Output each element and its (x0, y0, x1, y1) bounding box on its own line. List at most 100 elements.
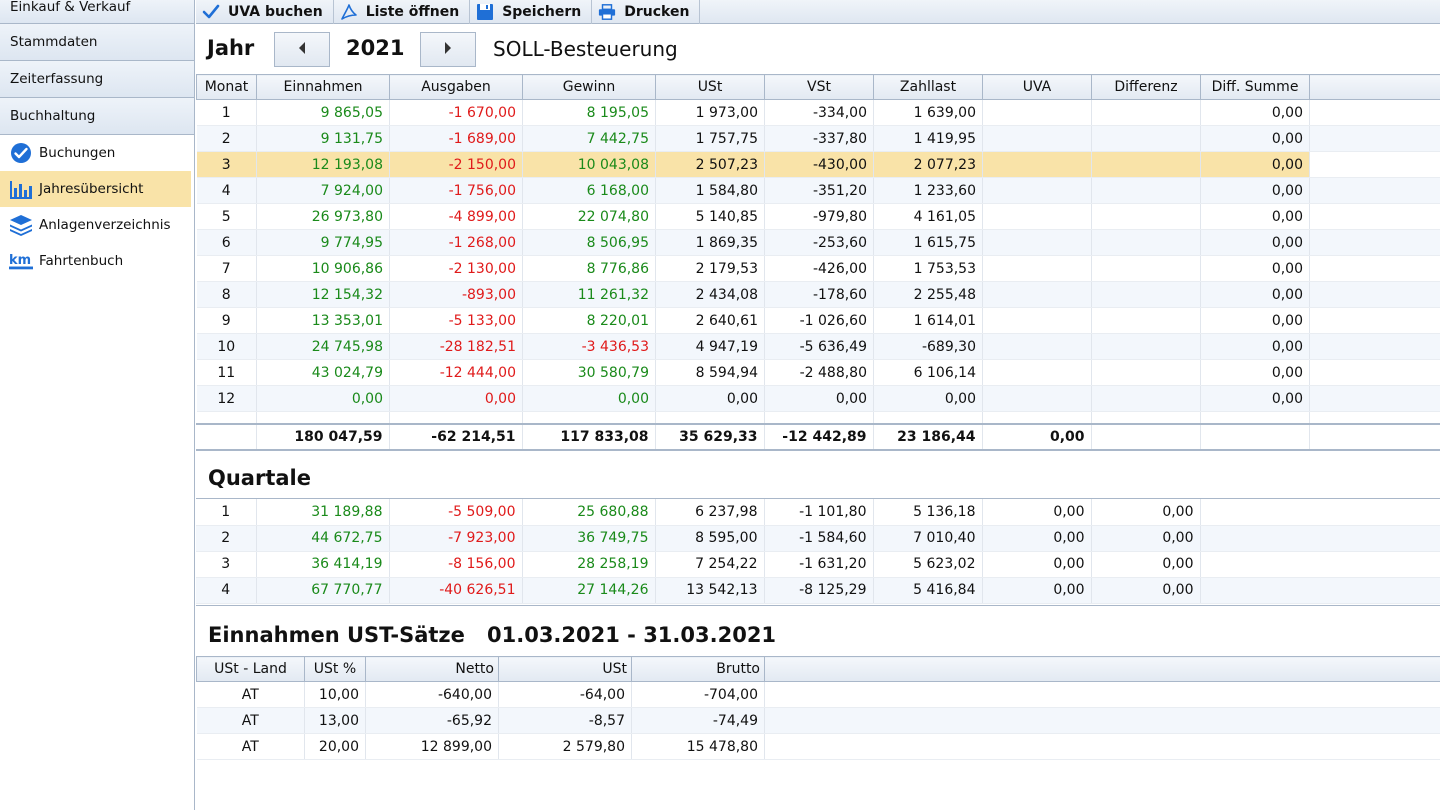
column-header[interactable]: USt (655, 74, 765, 100)
column-header[interactable]: USt (498, 656, 632, 682)
nav-group-stammdaten[interactable]: Stammdaten (0, 24, 194, 61)
print-button[interactable]: Drucken (592, 0, 701, 24)
table-row[interactable]: 19 865,05 -1 670,00 8 195,05 1 973,00 -334,0… (196, 99, 1440, 126)
sidebar-item-jahresuebersicht[interactable]: Jahresübersicht (0, 171, 191, 207)
table-cell (1091, 125, 1201, 152)
table-cell: 0,00 (256, 385, 390, 412)
table-row[interactable]: 11 43 024,79 -12 444,00 30 580,79 8 594,94 -2… (196, 359, 1440, 386)
column-header[interactable]: USt - Land (196, 656, 305, 682)
table-row[interactable]: 29 131,75 -1 689,00 7 442,75 1 757,75 -337,8… (196, 125, 1440, 152)
table-row[interactable]: 8 12 154,32 -893,00 11 261,32 2 434,08 -178,6… (196, 281, 1440, 308)
sidebar-item-buchungen[interactable]: Buchungen (0, 135, 194, 171)
sidebar-item-anlagenverzeichnis[interactable]: Anlagenverzeichnis (0, 207, 194, 243)
table-row[interactable]: 2 44 672,75 -7 923,00 36 749,75 8 595,00 -1 5… (196, 525, 1440, 552)
nav-group-buchhaltung[interactable]: Buchhaltung (0, 98, 194, 135)
section-divider (196, 449, 1440, 450)
table-row[interactable]: AT 10,00 -640,00 -64,00 -704,00 (196, 681, 1440, 708)
table-cell (1091, 411, 1201, 424)
sidebar-item-label: Buchungen (39, 145, 116, 161)
table-cell: 2 (196, 525, 257, 552)
table-cell: 0,00 (1200, 281, 1310, 308)
table-row[interactable]: 3 36 414,19 -8 156,00 28 258,19 7 254,22 -1 6… (196, 551, 1440, 578)
printer-icon (598, 3, 616, 21)
table-cell: 2 640,61 (655, 307, 765, 334)
table-header-row: Monat Einnahmen Ausgaben Gewinn USt VSt Zahlla… (196, 74, 1440, 100)
table-cell: 0,00 (1091, 551, 1201, 578)
table-cell: 10 043,08 (522, 151, 656, 178)
table-cell: -689,30 (873, 333, 983, 360)
total-cell: 180 047,59 (256, 423, 390, 451)
table-row[interactable]: 1 31 189,88 -5 509,00 25 680,88 6 237,98 -1 1… (196, 499, 1440, 526)
table-cell: -351,20 (764, 177, 874, 204)
spacer-row (196, 411, 1440, 424)
table-cell: 10 (196, 333, 257, 360)
column-header[interactable]: Brutto (631, 656, 765, 682)
table-row[interactable]: 9 13 353,01 -5 133,00 8 220,01 2 640,61 -1 02… (196, 307, 1440, 334)
previous-year-button[interactable] (274, 32, 330, 67)
table-row[interactable]: AT 13,00 -65,92 -8,57 -74,49 (196, 707, 1440, 734)
checkmark-icon (202, 3, 220, 21)
table-cell: 36 414,19 (256, 551, 390, 578)
column-header[interactable]: Diff. Summe (1200, 74, 1310, 100)
table-cell: 0,00 (1091, 525, 1201, 552)
table-cell (655, 411, 765, 424)
km-icon: km (9, 249, 33, 273)
table-cell: 5 416,84 (873, 577, 983, 604)
save-button[interactable]: Speichern (470, 0, 593, 24)
table-cell-filler (1200, 577, 1440, 604)
table-cell: -178,60 (764, 281, 874, 308)
sidebar-item-label: Fahrtenbuch (39, 253, 124, 269)
column-header[interactable]: Monat (196, 74, 257, 100)
table-cell: AT (196, 707, 305, 734)
table-cell (982, 411, 1092, 424)
table-cell: 26 973,80 (256, 203, 390, 230)
table-cell-filler (764, 733, 1440, 760)
table-cell: 9 774,95 (256, 229, 390, 256)
table-cell (522, 411, 656, 424)
table-cell: -893,00 (389, 281, 523, 308)
table-cell (1091, 151, 1201, 178)
open-list-button[interactable]: Liste öffnen (334, 0, 471, 24)
table-cell: 3 (196, 551, 257, 578)
table-row[interactable]: 3 12 193,08 -2 150,00 10 043,08 2 507,23 -430… (196, 151, 1440, 178)
table-cell (1091, 99, 1201, 126)
table-cell-filler (1200, 499, 1440, 526)
column-header[interactable]: Differenz (1091, 74, 1201, 100)
nav-group-zeiterfassung[interactable]: Zeiterfassung (0, 61, 194, 98)
column-header[interactable]: UVA (982, 74, 1092, 100)
table-cell: 13 353,01 (256, 307, 390, 334)
table-cell: -5 509,00 (389, 499, 523, 526)
table-row[interactable]: 47 924,00 -1 756,00 6 168,00 1 584,80 -351,2… (196, 177, 1440, 204)
column-header[interactable]: Gewinn (522, 74, 656, 100)
table-row[interactable]: 10 24 745,98 -28 182,51 -3 436,53 4 947,19 -5… (196, 333, 1440, 360)
table-cell: 8 776,86 (522, 255, 656, 282)
table-row[interactable]: 5 26 973,80 -4 899,00 22 074,80 5 140,85 -979… (196, 203, 1440, 230)
next-year-button[interactable] (420, 32, 476, 67)
column-header[interactable]: VSt (764, 74, 874, 100)
uva-book-button[interactable]: UVA buchen (196, 0, 334, 24)
table-cell: 1 (196, 499, 257, 526)
table-cell: 1 753,53 (873, 255, 983, 282)
table-cell: -640,00 (365, 681, 499, 708)
sidebar-item-fahrtenbuch[interactable]: km Fahrtenbuch (0, 243, 194, 279)
table-cell-filler (764, 681, 1440, 708)
table-row[interactable]: 69 774,95 -1 268,00 8 506,95 1 869,35 -253,6… (196, 229, 1440, 256)
column-header[interactable]: USt % (304, 656, 366, 682)
table-cell: 10 906,86 (256, 255, 390, 282)
layers-icon (9, 213, 33, 237)
table-row[interactable]: 12 0,00 0,00 0,00 0,00 0,00 0,00 0,00 (196, 385, 1440, 412)
table-row[interactable]: 4 67 770,77 -40 626,51 27 144,26 13 542,13 -8… (196, 577, 1440, 604)
column-header[interactable]: Netto (365, 656, 499, 682)
table-cell: -704,00 (631, 681, 765, 708)
nav-group-einkauf-verkauf[interactable]: Einkauf & Verkauf (0, 0, 194, 24)
total-cell: 23 186,44 (873, 423, 983, 451)
table-cell: 12 (196, 385, 257, 412)
column-header[interactable]: Zahllast (873, 74, 983, 100)
column-header[interactable]: Ausgaben (389, 74, 523, 100)
column-header[interactable]: Einnahmen (256, 74, 390, 100)
table-row[interactable]: 7 10 906,86 -2 130,00 8 776,86 2 179,53 -426,… (196, 255, 1440, 282)
table-cell: 5 623,02 (873, 551, 983, 578)
table-cell (1200, 411, 1310, 424)
table-row[interactable]: AT 20,00 12 899,00 2 579,80 15 478,80 (196, 733, 1440, 760)
table-cell: 0,00 (1200, 203, 1310, 230)
